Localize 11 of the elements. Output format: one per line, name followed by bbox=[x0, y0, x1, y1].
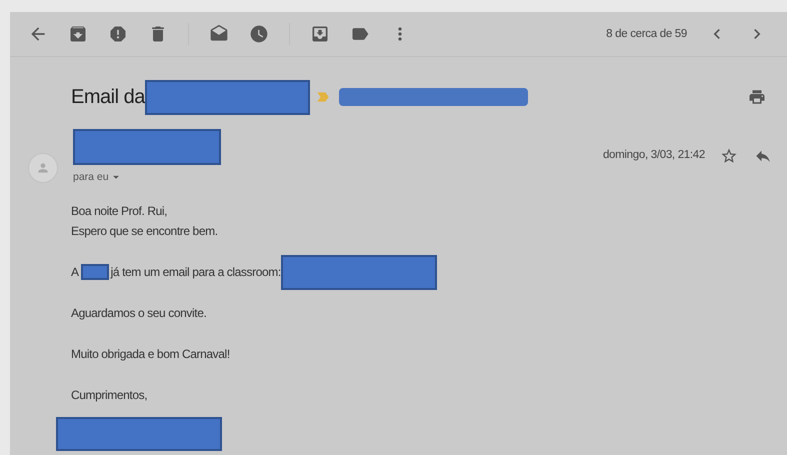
message-date: domingo, 3/03, 21:42 bbox=[602, 149, 705, 161]
body-text: A bbox=[71, 265, 79, 279]
body-text: Aguardamos o seu convite. bbox=[71, 305, 208, 322]
body-text: Muito obrigada e bom Carnaval! bbox=[71, 346, 231, 363]
body-text: Espero que se encontre bem. bbox=[71, 223, 219, 240]
recipient-dropdown[interactable]: para eu bbox=[73, 170, 221, 184]
body-text: Cumprimentos, bbox=[71, 387, 148, 404]
body-text: já tem um email para a classroom: bbox=[110, 265, 281, 279]
email-subject: Email da bbox=[71, 86, 145, 108]
pager-count: 8 de cerca de 59 bbox=[606, 28, 687, 40]
body-text: Boa noite Prof. Rui, bbox=[71, 203, 168, 220]
